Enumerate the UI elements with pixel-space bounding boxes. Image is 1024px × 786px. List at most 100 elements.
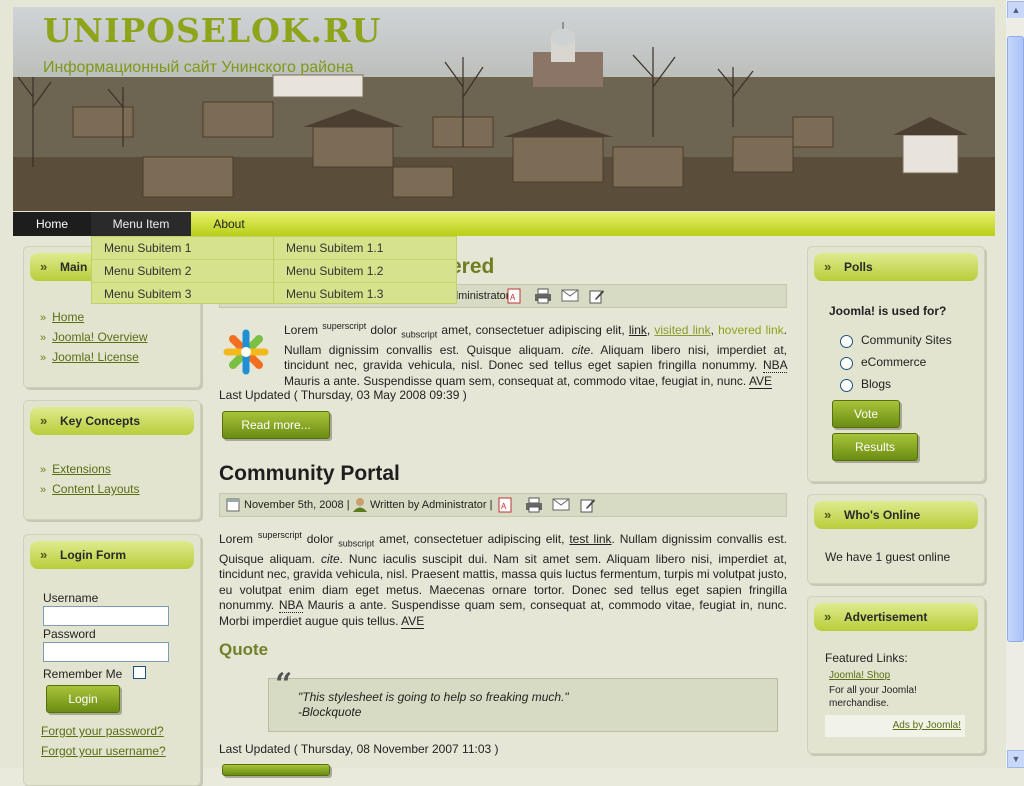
- email-icon[interactable]: [552, 498, 570, 520]
- joomla-logo: [219, 325, 273, 384]
- menu-link-home[interactable]: Home: [52, 310, 84, 324]
- article-1-updated: Last Updated ( Thursday, 03 May 2008 09:…: [219, 388, 467, 402]
- chevron-icon: »: [40, 413, 48, 428]
- submenu-column-2: Menu Subitem 1.1 Menu Subitem 1.2 Menu S…: [273, 236, 457, 304]
- quote-text: "This stylesheet is going to help so fre…: [298, 690, 569, 704]
- article-2-updated: Last Updated ( Thursday, 08 November 200…: [219, 742, 499, 756]
- module-header: » Polls: [814, 253, 978, 281]
- main-menu-title: Main: [60, 260, 88, 274]
- poll-radio-community[interactable]: [840, 335, 853, 348]
- menu-link-extensions[interactable]: Extensions: [52, 462, 111, 476]
- vote-button[interactable]: Vote: [832, 400, 900, 428]
- username-label: Username: [43, 591, 99, 605]
- key-concepts-list: » Extensions » Content Layouts: [40, 459, 140, 499]
- login-button[interactable]: Login: [46, 685, 120, 713]
- main-menu-list: » Home » Joomla! Overview » Joomla! License: [40, 307, 148, 367]
- blockquote: “ "This stylesheet is going to help so f…: [268, 667, 778, 732]
- nav-menu-item[interactable]: Menu Item: [91, 212, 191, 236]
- page: UNIPOSELOK.RU Информационный сайт Унинск…: [0, 0, 1006, 786]
- bullet-icon: »: [40, 312, 47, 324]
- module-header: » Key Concepts: [30, 407, 194, 435]
- chevron-icon: »: [40, 547, 48, 562]
- password-input[interactable]: [43, 642, 169, 662]
- header-banner: UNIPOSELOK.RU Информационный сайт Унинск…: [13, 7, 995, 211]
- submenu-item-1[interactable]: Menu Subitem 1: [92, 237, 274, 260]
- bullet-icon: »: [40, 484, 47, 496]
- article-2-paragraph: Lorem superscript dolor subscript amet, …: [219, 530, 787, 629]
- module-header: » Advertisement: [814, 603, 978, 631]
- bullet-icon: »: [40, 464, 47, 476]
- submenu-column-1: Menu Subitem 1 Menu Subitem 2 Menu Subit…: [91, 236, 275, 304]
- site-title[interactable]: UNIPOSELOK.RU: [43, 11, 381, 50]
- edit-icon[interactable]: [589, 288, 605, 312]
- remember-label: Remember Me: [43, 667, 123, 681]
- submenu-item-1-3[interactable]: Menu Subitem 1.3: [274, 283, 456, 305]
- read-more-button-2[interactable]: [222, 764, 330, 776]
- chevron-icon: »: [824, 507, 832, 522]
- print-icon[interactable]: [525, 497, 543, 521]
- whos-online-title: Who's Online: [844, 508, 921, 522]
- submenu-item-1-1[interactable]: Menu Subitem 1.1: [274, 237, 456, 260]
- scroll-up-arrow-icon[interactable]: ▲: [1007, 1, 1024, 19]
- vertical-scrollbar[interactable]: ▲ ▼: [1006, 0, 1024, 768]
- advertisement-title: Advertisement: [844, 610, 928, 624]
- email-icon[interactable]: [561, 289, 579, 311]
- poll-radio-ecommerce[interactable]: [840, 357, 853, 370]
- calendar-icon: [226, 497, 240, 520]
- joomla-shop-link[interactable]: Joomla! Shop: [829, 670, 890, 681]
- svg-text:A: A: [510, 293, 516, 302]
- polls-module: » Polls Joomla! is used for? Community Si…: [807, 246, 985, 482]
- poll-option-label: Blogs: [861, 377, 892, 391]
- svg-text:A: A: [501, 502, 507, 511]
- bullet-icon: »: [40, 352, 47, 364]
- ads-by-joomla-link[interactable]: Ads by Joomla!: [893, 720, 961, 731]
- article-title-community-portal[interactable]: Community Portal: [219, 462, 400, 486]
- poll-option-label: Community Sites: [861, 333, 952, 347]
- shop-description: For all your Joomla! merchandise.: [829, 685, 917, 709]
- nav-about[interactable]: About: [197, 212, 261, 236]
- user-icon: [352, 497, 368, 521]
- quote-mark-icon: “: [275, 667, 293, 702]
- username-input[interactable]: [43, 606, 169, 626]
- forgot-username-link[interactable]: Forgot your username?: [41, 744, 166, 758]
- remember-checkbox[interactable]: [133, 666, 146, 679]
- advertisement-module: » Advertisement Featured Links: Joomla! S…: [807, 596, 985, 754]
- edit-icon[interactable]: [580, 497, 596, 521]
- article-info-bar: November 5th, 2008 | Written by Administ…: [219, 493, 787, 517]
- menu-link-license[interactable]: Joomla! License: [52, 350, 139, 364]
- read-more-button[interactable]: Read more...: [222, 411, 330, 439]
- test-link[interactable]: test link: [569, 532, 611, 546]
- article-1-paragraph: Lorem superscript dolor subscript amet, …: [284, 321, 787, 389]
- module-header: » Who's Online: [814, 501, 978, 529]
- main-nav: Home Menu Item About: [13, 212, 995, 236]
- whos-online-text: We have 1 guest online: [825, 550, 951, 564]
- submenu-item-1-2[interactable]: Menu Subitem 1.2: [274, 260, 456, 283]
- key-concepts-module: » Key Concepts » Extensions » Content Layou…: [23, 400, 201, 520]
- forgot-password-link[interactable]: Forgot your password?: [41, 724, 164, 738]
- login-title: Login Form: [60, 548, 126, 562]
- poll-radio-blogs[interactable]: [840, 379, 853, 392]
- scroll-thumb[interactable]: [1007, 36, 1024, 642]
- results-button[interactable]: Results: [832, 433, 918, 461]
- whos-online-module: » Who's Online We have 1 guest online: [807, 494, 985, 584]
- login-module: » Login Form Username Password Remember M…: [23, 534, 201, 786]
- scroll-down-arrow-icon[interactable]: ▼: [1007, 750, 1024, 768]
- submenu-item-3[interactable]: Menu Subitem 3: [92, 283, 274, 305]
- hovered-link[interactable]: hovered link: [718, 323, 784, 337]
- print-icon[interactable]: [534, 288, 552, 312]
- article-author: Written by Administrator |: [370, 499, 493, 511]
- article-author: dministrator |: [452, 290, 516, 302]
- submenu-item-2[interactable]: Menu Subitem 2: [92, 260, 274, 283]
- visited-link[interactable]: visited link: [654, 323, 710, 337]
- pdf-icon[interactable]: A: [498, 497, 512, 521]
- menu-link-overview[interactable]: Joomla! Overview: [52, 330, 147, 344]
- chevron-icon: »: [40, 259, 48, 274]
- ads-box: Ads by Joomla!: [825, 715, 965, 737]
- module-header: » Login Form: [30, 541, 194, 569]
- inline-link[interactable]: link: [629, 323, 647, 337]
- menu-link-content-layouts[interactable]: Content Layouts: [52, 482, 139, 496]
- pdf-icon[interactable]: A: [507, 288, 521, 312]
- key-concepts-title: Key Concepts: [60, 414, 141, 428]
- nav-home[interactable]: Home: [13, 212, 91, 236]
- bullet-icon: »: [40, 332, 47, 344]
